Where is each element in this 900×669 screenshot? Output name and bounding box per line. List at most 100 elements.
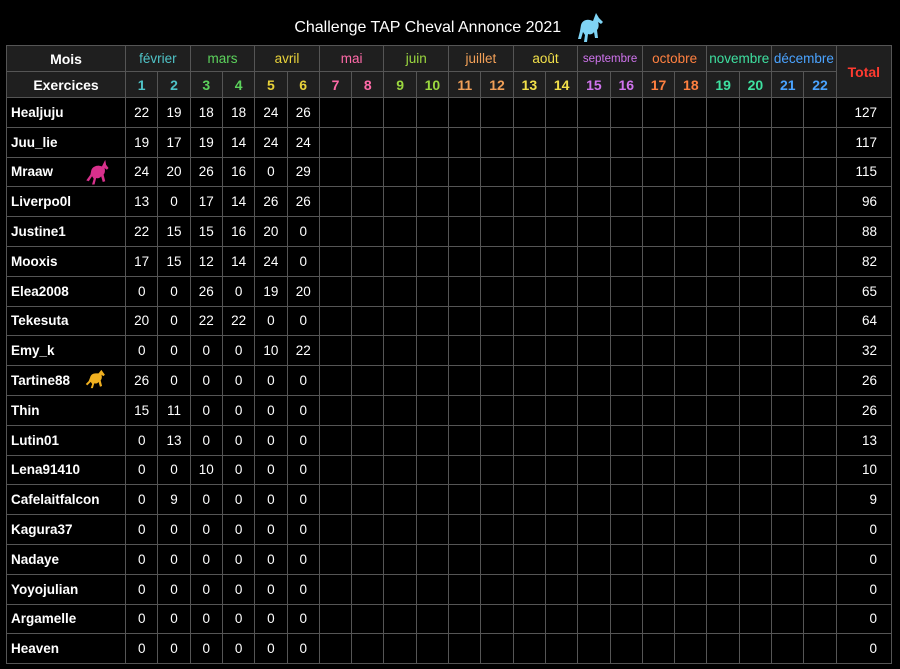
table-row: Cafelaitfalcon 0 9 0 0 0 0 9 <box>5 484 893 516</box>
score-cell <box>351 305 385 337</box>
score-cell <box>448 543 482 575</box>
exercise-number: 12 <box>480 71 514 98</box>
player-name-cell: Argamelle <box>5 603 127 635</box>
score-cell: 0 <box>125 335 159 367</box>
score-cell: 13 <box>125 186 159 218</box>
score-cell <box>738 633 773 665</box>
score-cell <box>771 514 805 545</box>
score-cell <box>351 156 385 188</box>
table-row: Justine1 22 15 15 16 20 0 88 <box>5 216 893 247</box>
table-row: Argamelle 0 0 0 0 0 0 0 <box>5 603 893 635</box>
score-cell <box>706 275 740 307</box>
score-cell <box>706 543 740 575</box>
total-cell: 26 <box>835 394 893 426</box>
score-cell <box>641 484 676 516</box>
month-header: décembre <box>771 45 837 72</box>
score-cell: 0 <box>286 305 320 337</box>
score-cell <box>512 305 546 337</box>
score-cell <box>544 126 579 158</box>
score-cell <box>674 156 708 188</box>
score-cell <box>351 97 385 128</box>
score-cell: 0 <box>221 484 256 516</box>
score-cell: 24 <box>125 156 159 188</box>
score-cell <box>641 454 676 486</box>
score-cell <box>641 514 676 545</box>
score-cell: 18 <box>221 97 256 128</box>
player-name: Tartine88 <box>11 373 71 389</box>
score-cell <box>609 365 643 396</box>
score-cell: 0 <box>157 335 191 367</box>
score-cell <box>512 186 546 218</box>
score-cell: 0 <box>189 514 223 545</box>
score-cell <box>448 126 482 158</box>
score-cell <box>480 573 514 605</box>
score-cell <box>383 454 417 486</box>
score-cell: 0 <box>125 543 159 575</box>
score-cell <box>771 573 805 605</box>
score-cell <box>544 245 579 277</box>
score-cell <box>480 305 514 337</box>
score-cell <box>674 394 708 426</box>
exercise-number: 16 <box>609 71 643 98</box>
score-cell: 0 <box>286 633 320 665</box>
score-cell <box>415 365 450 396</box>
score-cell <box>577 365 611 396</box>
score-cell: 17 <box>189 186 223 218</box>
score-cell: 0 <box>221 335 256 367</box>
score-cell <box>383 543 417 575</box>
score-cell: 0 <box>189 484 223 516</box>
month-header: mai <box>318 45 385 72</box>
player-name: Justine1 <box>11 224 66 240</box>
exercise-number: 1 <box>125 71 159 98</box>
score-cell <box>706 603 740 635</box>
score-cell: 0 <box>254 573 288 605</box>
score-cell: 0 <box>254 305 288 337</box>
score-cell <box>512 424 546 456</box>
score-cell: 17 <box>157 126 191 158</box>
score-cell <box>512 633 546 665</box>
score-cell: 0 <box>125 454 159 486</box>
score-cell <box>609 305 643 337</box>
score-cell <box>706 573 740 605</box>
score-cell <box>318 216 353 247</box>
score-cell: 0 <box>189 573 223 605</box>
score-cell <box>577 454 611 486</box>
score-cell <box>544 305 579 337</box>
score-cell <box>480 245 514 277</box>
score-cell <box>383 484 417 516</box>
score-cell <box>448 424 482 456</box>
player-name-cell: Thin <box>5 394 127 426</box>
score-cell <box>803 305 837 337</box>
score-cell: 0 <box>125 484 159 516</box>
score-cell: 0 <box>286 245 320 277</box>
score-cell <box>738 573 773 605</box>
score-cell: 0 <box>286 543 320 575</box>
score-cell <box>512 394 546 426</box>
total-header: Total <box>835 45 893 98</box>
score-cell <box>738 305 773 337</box>
score-cell: 16 <box>221 216 256 247</box>
score-cell: 22 <box>221 305 256 337</box>
score-cell <box>480 97 514 128</box>
score-cell <box>641 216 676 247</box>
table-row: Lena91410 0 0 10 0 0 0 10 <box>5 454 893 486</box>
score-cell <box>480 126 514 158</box>
score-cell <box>512 126 546 158</box>
player-name-cell: Juu_lie <box>5 126 127 158</box>
score-cell <box>803 454 837 486</box>
exercise-number: 10 <box>415 71 450 98</box>
table-row: Heaven 0 0 0 0 0 0 0 <box>5 633 893 665</box>
score-cell: 0 <box>189 633 223 665</box>
score-cell: 0 <box>286 216 320 247</box>
score-cell <box>351 633 385 665</box>
score-cell: 0 <box>157 186 191 218</box>
score-cell <box>641 275 676 307</box>
score-cell <box>318 454 353 486</box>
player-name: Kagura37 <box>11 522 73 538</box>
score-cell <box>577 335 611 367</box>
exercise-number: 20 <box>738 71 773 98</box>
score-cell <box>480 335 514 367</box>
score-cell <box>609 245 643 277</box>
score-cell <box>609 97 643 128</box>
score-cell: 0 <box>221 573 256 605</box>
